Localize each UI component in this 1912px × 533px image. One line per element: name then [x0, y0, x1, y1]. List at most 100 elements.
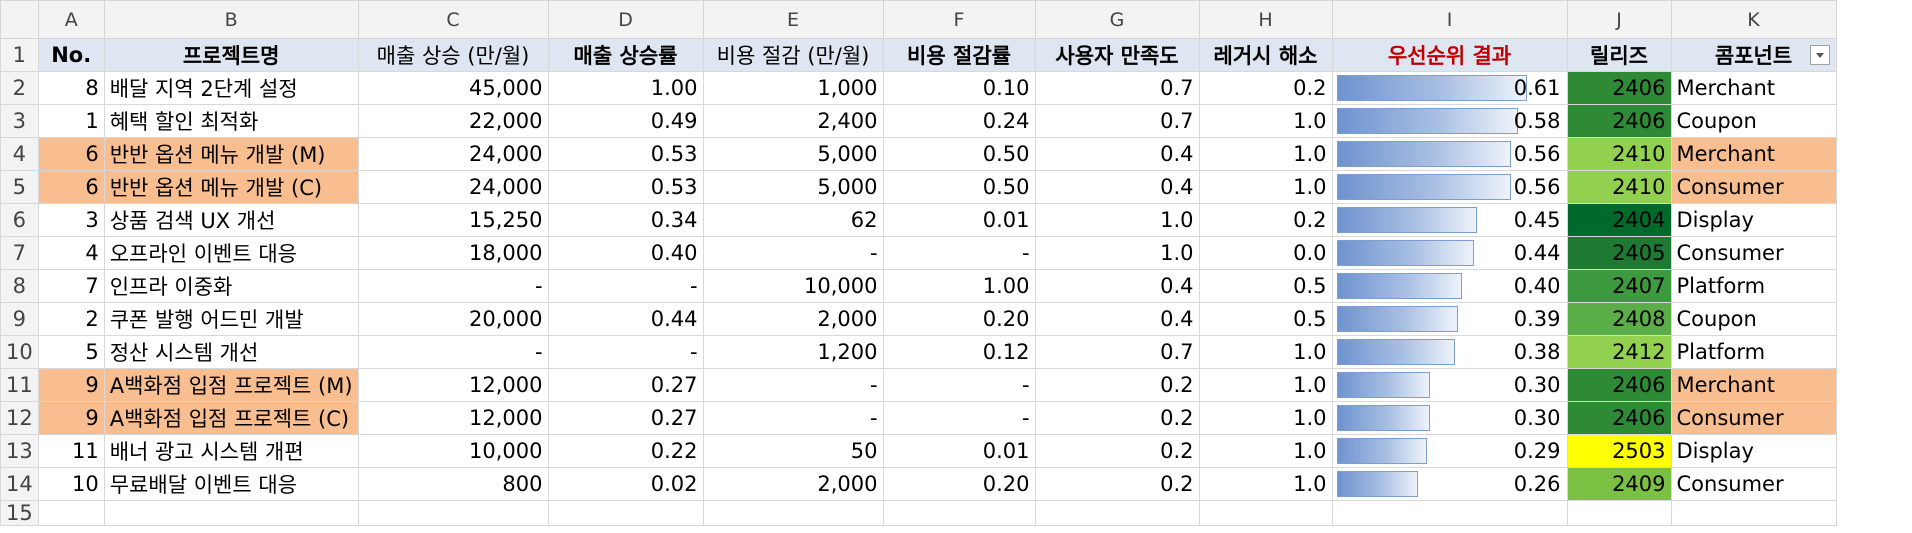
cell-release[interactable]: 2408: [1566, 302, 1672, 336]
row-header[interactable]: 3: [0, 104, 39, 138]
cell-revenue-rate[interactable]: 0.34: [547, 203, 704, 237]
cell-revenue-rate[interactable]: 0.53: [547, 170, 704, 204]
cell-component[interactable]: Display: [1670, 434, 1837, 468]
cell-revenue[interactable]: 15,250: [357, 203, 549, 237]
column-letter[interactable]: A: [37, 0, 105, 39]
cell-no[interactable]: 6: [37, 137, 105, 171]
cell-satisfaction[interactable]: 0.2: [1034, 401, 1200, 435]
cell-revenue[interactable]: 12,000: [357, 401, 549, 435]
cell-component[interactable]: Merchant: [1670, 71, 1837, 105]
cell-release[interactable]: 2503: [1566, 434, 1672, 468]
cell-revenue-rate[interactable]: 0.27: [547, 401, 704, 435]
cell-revenue[interactable]: 22,000: [357, 104, 549, 138]
header-priority[interactable]: 우선순위 결과: [1331, 38, 1568, 72]
column-letter[interactable]: J: [1566, 0, 1672, 39]
empty-cell[interactable]: [547, 500, 704, 526]
cell-legacy[interactable]: 1.0: [1198, 401, 1333, 435]
header-revenue[interactable]: 매출 상승 (만/월): [357, 38, 549, 72]
select-all-corner[interactable]: [0, 0, 39, 39]
cell-revenue[interactable]: 10,000: [357, 434, 549, 468]
cell-component[interactable]: Merchant: [1670, 368, 1837, 402]
cell-legacy[interactable]: 0.5: [1198, 302, 1333, 336]
header-cost[interactable]: 비용 절감 (만/월): [702, 38, 884, 72]
row-header[interactable]: 10: [0, 335, 39, 369]
cell-cost-rate[interactable]: 0.01: [882, 434, 1036, 468]
cell-satisfaction[interactable]: 0.4: [1034, 269, 1200, 303]
cell-priority[interactable]: 0.45: [1331, 203, 1568, 237]
cell-revenue[interactable]: -: [357, 335, 549, 369]
cell-legacy[interactable]: 1.0: [1198, 434, 1333, 468]
cell-project-name[interactable]: 쿠폰 발행 어드민 개발: [103, 302, 359, 336]
cell-priority[interactable]: 0.61: [1331, 71, 1568, 105]
cell-project-name[interactable]: 오프라인 이벤트 대응: [103, 236, 359, 270]
empty-cell[interactable]: [1566, 500, 1672, 526]
column-letter[interactable]: E: [702, 0, 884, 39]
cell-no[interactable]: 2: [37, 302, 105, 336]
cell-priority[interactable]: 0.40: [1331, 269, 1568, 303]
header-component[interactable]: 콤포넌트: [1670, 38, 1837, 72]
cell-revenue-rate[interactable]: 0.49: [547, 104, 704, 138]
cell-component[interactable]: Consumer: [1670, 401, 1837, 435]
cell-priority[interactable]: 0.29: [1331, 434, 1568, 468]
cell-revenue-rate[interactable]: 1.00: [547, 71, 704, 105]
empty-cell[interactable]: [702, 500, 884, 526]
cell-cost[interactable]: -: [702, 368, 884, 402]
cell-satisfaction[interactable]: 0.7: [1034, 71, 1200, 105]
row-header[interactable]: 2: [0, 71, 39, 105]
header-revenue-rate[interactable]: 매출 상승률: [547, 38, 704, 72]
cell-revenue-rate[interactable]: 0.27: [547, 368, 704, 402]
row-header[interactable]: 9: [0, 302, 39, 336]
cell-component[interactable]: Coupon: [1670, 104, 1837, 138]
cell-cost-rate[interactable]: 0.12: [882, 335, 1036, 369]
cell-release[interactable]: 2407: [1566, 269, 1672, 303]
cell-project-name[interactable]: A백화점 입점 프로젝트 (C): [103, 401, 359, 435]
cell-satisfaction[interactable]: 1.0: [1034, 203, 1200, 237]
cell-no[interactable]: 10: [37, 467, 105, 501]
cell-legacy[interactable]: 1.0: [1198, 104, 1333, 138]
cell-cost[interactable]: 10,000: [702, 269, 884, 303]
cell-project-name[interactable]: 정산 시스템 개선: [103, 335, 359, 369]
header-cost-rate[interactable]: 비용 절감률: [882, 38, 1036, 72]
cell-project-name[interactable]: 무료배달 이벤트 대응: [103, 467, 359, 501]
cell-legacy[interactable]: 0.2: [1198, 203, 1333, 237]
cell-revenue-rate[interactable]: 0.53: [547, 137, 704, 171]
header-no[interactable]: No.: [37, 38, 105, 72]
cell-component[interactable]: Consumer: [1670, 236, 1837, 270]
cell-cost-rate[interactable]: 0.50: [882, 137, 1036, 171]
column-letter[interactable]: H: [1198, 0, 1333, 39]
header-project-name[interactable]: 프로젝트명: [103, 38, 359, 72]
empty-cell[interactable]: [1198, 500, 1333, 526]
column-letter[interactable]: G: [1034, 0, 1200, 39]
header-release[interactable]: 릴리즈: [1566, 38, 1672, 72]
cell-no[interactable]: 6: [37, 170, 105, 204]
cell-priority[interactable]: 0.38: [1331, 335, 1568, 369]
cell-revenue-rate[interactable]: -: [547, 335, 704, 369]
row-header[interactable]: 5: [0, 170, 39, 204]
cell-revenue-rate[interactable]: 0.02: [547, 467, 704, 501]
cell-cost[interactable]: -: [702, 236, 884, 270]
cell-no[interactable]: 8: [37, 71, 105, 105]
cell-no[interactable]: 7: [37, 269, 105, 303]
cell-cost[interactable]: 50: [702, 434, 884, 468]
cell-no[interactable]: 4: [37, 236, 105, 270]
column-letter[interactable]: D: [547, 0, 704, 39]
cell-release[interactable]: 2410: [1566, 170, 1672, 204]
cell-release[interactable]: 2404: [1566, 203, 1672, 237]
cell-no[interactable]: 5: [37, 335, 105, 369]
cell-cost[interactable]: 2,400: [702, 104, 884, 138]
cell-cost-rate[interactable]: 0.01: [882, 203, 1036, 237]
cell-satisfaction[interactable]: 0.7: [1034, 335, 1200, 369]
cell-satisfaction[interactable]: 0.4: [1034, 170, 1200, 204]
cell-legacy[interactable]: 0.0: [1198, 236, 1333, 270]
header-legacy[interactable]: 레거시 해소: [1198, 38, 1333, 72]
cell-component[interactable]: Merchant: [1670, 137, 1837, 171]
row-header[interactable]: 11: [0, 368, 39, 402]
cell-revenue-rate[interactable]: 0.40: [547, 236, 704, 270]
cell-revenue[interactable]: 800: [357, 467, 549, 501]
row-header[interactable]: 8: [0, 269, 39, 303]
cell-component[interactable]: Platform: [1670, 269, 1837, 303]
cell-no[interactable]: 9: [37, 368, 105, 402]
cell-revenue[interactable]: 12,000: [357, 368, 549, 402]
cell-cost-rate[interactable]: -: [882, 236, 1036, 270]
cell-project-name[interactable]: 혜택 할인 최적화: [103, 104, 359, 138]
